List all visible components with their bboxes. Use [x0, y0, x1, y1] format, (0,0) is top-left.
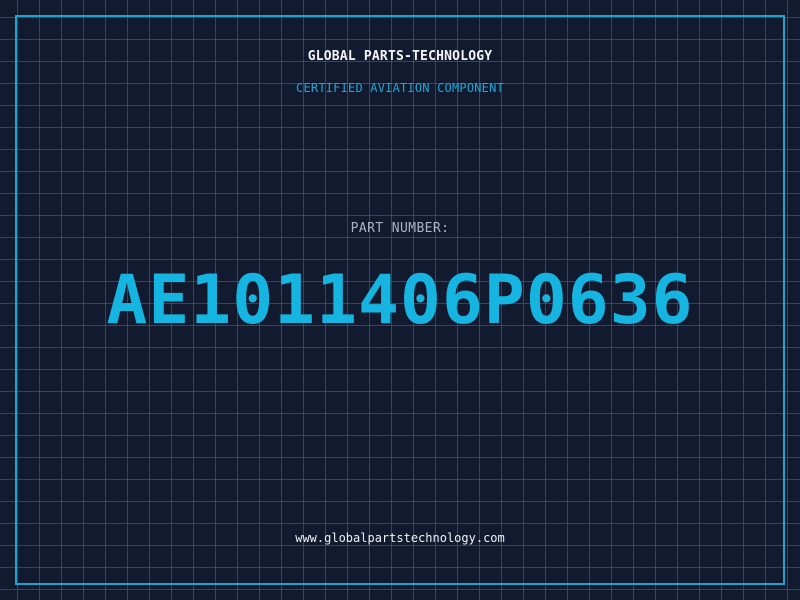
part-number-label: PART NUMBER:	[350, 221, 450, 236]
part-label-card: GLOBAL PARTS-TECHNOLOGY CERTIFIED AVIATI…	[0, 0, 800, 600]
certification-subtitle: CERTIFIED AVIATION COMPONENT	[296, 81, 504, 95]
company-name: GLOBAL PARTS-TECHNOLOGY	[307, 49, 493, 64]
part-number-value: AE1011406P0636	[106, 261, 694, 340]
website-url: www.globalpartstechnology.com	[295, 531, 505, 545]
